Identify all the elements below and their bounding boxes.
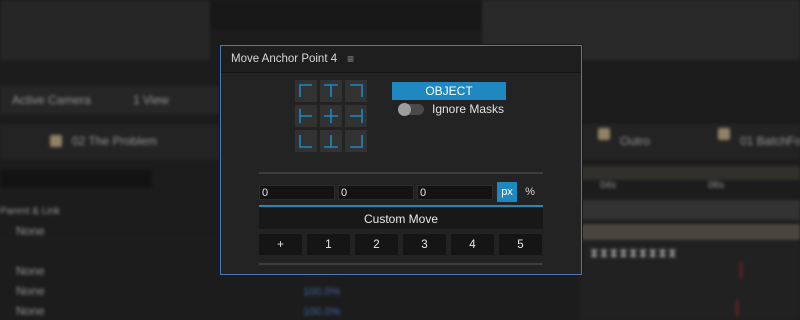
- bg-camera-label: Active Camera: [12, 93, 91, 107]
- anchor-center-icon: [324, 109, 338, 123]
- anchor-center-button[interactable]: [320, 105, 342, 127]
- anchor-bottom-center-button[interactable]: [320, 130, 342, 152]
- bg-playhead-marker-2: [736, 300, 738, 316]
- x-offset-input[interactable]: [259, 185, 335, 200]
- step-4-button[interactable]: 4: [451, 234, 494, 255]
- bg-search-field: [0, 170, 152, 188]
- bg-tab-1: 02 The Problem: [72, 134, 158, 148]
- anchor-bottom-left-button[interactable]: [295, 130, 317, 152]
- bg-row-1-parent: None: [16, 224, 45, 238]
- bg-tab-3: 01 BatchFo: [740, 134, 800, 148]
- bg-pct-3: 100.0%: [303, 306, 341, 318]
- move-anchor-point-panel: Move Anchor Point 4 ≡ OBJECT Ignore Mask…: [220, 45, 582, 275]
- bg-tab-chip-1: [50, 135, 62, 147]
- step-plus-button[interactable]: +: [259, 234, 302, 255]
- bg-viewer-left: [0, 0, 210, 60]
- anchor-middle-right-button[interactable]: [345, 105, 367, 127]
- ignore-masks-label: Ignore Masks: [432, 102, 505, 116]
- bg-keyframes-row: ⧗ ⧗ ⧗ ⧗ ⧗ ⧗ ⧗ ⧗ ⧗: [590, 246, 676, 260]
- step-2-button[interactable]: 2: [355, 234, 398, 255]
- bg-work-area: [580, 200, 800, 220]
- ignore-masks-toggle[interactable]: [398, 102, 424, 116]
- anchor-bottom-left-icon: [299, 135, 312, 148]
- unit-px-button[interactable]: px: [497, 182, 517, 202]
- anchor-top-right-button[interactable]: [345, 80, 367, 102]
- bg-playhead-marker-1: [740, 262, 742, 278]
- anchor-top-left-button[interactable]: [295, 80, 317, 102]
- anchor-top-center-button[interactable]: [320, 80, 342, 102]
- bg-column-header: Parent & Link: [0, 206, 61, 217]
- anchor-bottom-right-icon: [350, 135, 363, 148]
- bg-tab-2: Outro: [620, 134, 651, 148]
- anchor-bottom-center-icon: [324, 135, 338, 148]
- bg-timeline-ruler: [580, 166, 800, 180]
- toggle-knob: [398, 102, 411, 116]
- input-underline: [259, 205, 543, 207]
- anchor-point-grid: [295, 80, 369, 152]
- anchor-middle-left-icon: [299, 109, 312, 123]
- anchor-middle-right-icon: [350, 109, 363, 123]
- bg-row-2-parent: None: [16, 264, 45, 278]
- ignore-masks-row: Ignore Masks: [398, 102, 504, 116]
- step-1-button[interactable]: 1: [307, 234, 350, 255]
- bg-pct-2: 100.0%: [303, 286, 341, 298]
- anchor-middle-left-button[interactable]: [295, 105, 317, 127]
- anchor-top-left-icon: [299, 84, 312, 97]
- unit-percent-button[interactable]: %: [520, 182, 540, 202]
- step-3-button[interactable]: 3: [403, 234, 446, 255]
- z-offset-input[interactable]: [417, 185, 493, 200]
- anchor-top-center-icon: [324, 84, 338, 97]
- anchor-top-right-icon: [350, 84, 363, 97]
- bg-row-3-parent: None: [16, 284, 45, 298]
- anchor-bottom-right-button[interactable]: [345, 130, 367, 152]
- bg-track-bar: [580, 224, 800, 240]
- bg-tab-chip-2: [598, 128, 610, 140]
- step-5-button[interactable]: 5: [499, 234, 542, 255]
- panel-title: Move Anchor Point 4: [231, 53, 338, 65]
- bg-tab-chip-3: [718, 128, 730, 140]
- y-offset-input[interactable]: [338, 185, 414, 200]
- separator-top: [259, 172, 543, 174]
- bg-viewer-right: [210, 0, 482, 30]
- bg-time-04: 04s: [600, 180, 617, 191]
- hamburger-icon[interactable]: ≡: [347, 52, 354, 66]
- object-button[interactable]: OBJECT: [392, 82, 506, 100]
- bg-row-4-parent: None: [16, 304, 45, 318]
- separator-bottom: [259, 263, 543, 265]
- bg-time-06: 06s: [708, 180, 725, 191]
- custom-move-button[interactable]: Custom Move: [259, 208, 543, 229]
- bg-views-label: 1 View: [133, 93, 169, 107]
- panel-header: Move Anchor Point 4 ≡: [221, 46, 581, 73]
